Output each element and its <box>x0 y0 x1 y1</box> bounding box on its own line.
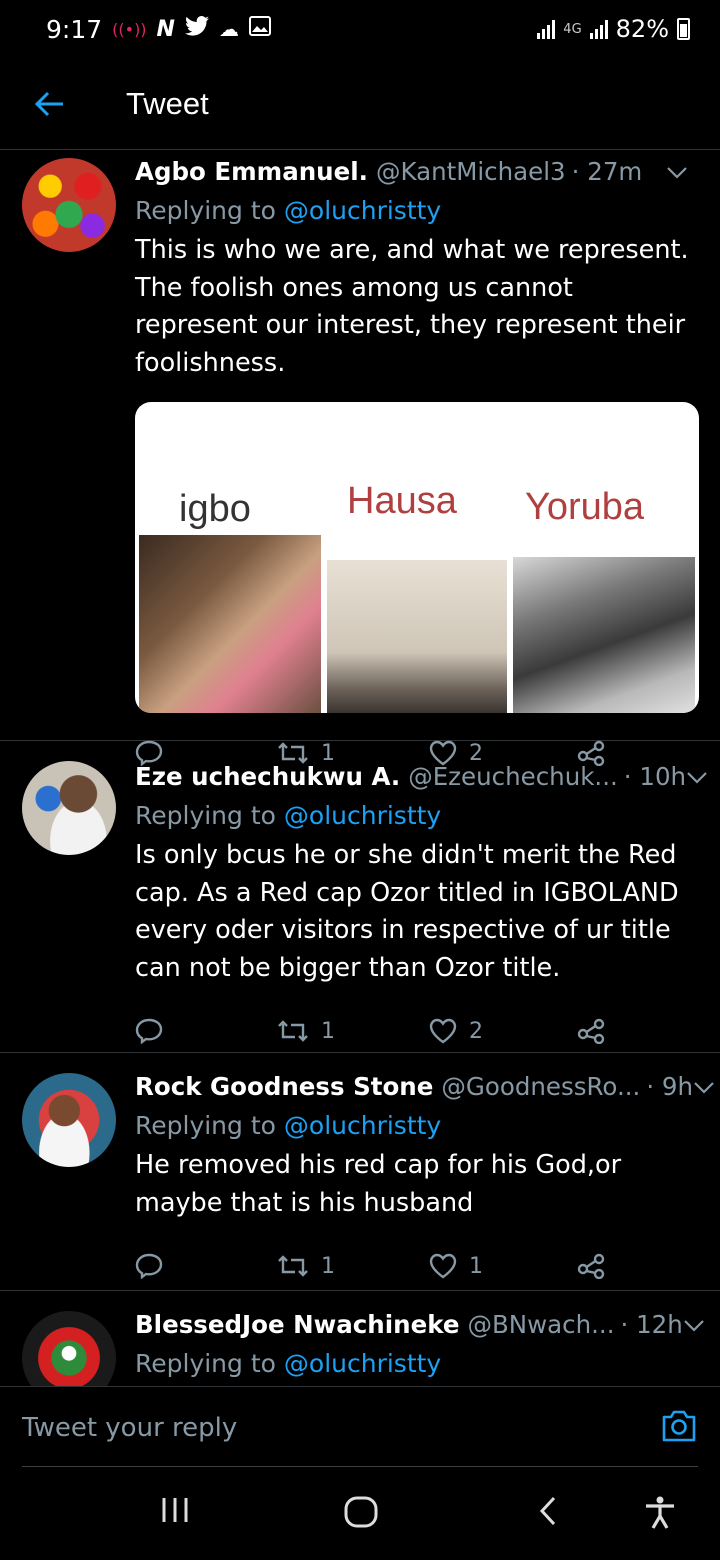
replying-to-link[interactable]: @oluchristty <box>284 1111 441 1140</box>
reply-button[interactable] <box>135 1018 277 1044</box>
divider <box>22 1466 698 1467</box>
twitter-bird-icon <box>184 16 209 42</box>
chevron-down-icon[interactable] <box>693 1071 720 1107</box>
avatar[interactable] <box>22 158 116 252</box>
replying-prefix: Replying to <box>135 1111 276 1140</box>
retweet-count: 1 <box>321 1253 335 1279</box>
signal-2-icon <box>589 19 608 39</box>
replying-prefix: Replying to <box>135 801 276 830</box>
avatar[interactable] <box>22 1311 116 1386</box>
media-label-igbo: igbo <box>179 488 251 530</box>
heart-icon <box>429 1018 457 1044</box>
retweet-icon <box>278 1255 308 1277</box>
accessibility-icon[interactable] <box>644 1496 676 1534</box>
n-app-icon: N <box>156 16 175 42</box>
reply-feed[interactable]: Agbo Emmanuel. @KantMichael3 · 27m Reply… <box>0 150 720 1386</box>
author-name[interactable]: Eze uchechukwu A. <box>135 759 400 795</box>
author-handle: @Ezeuchechuk... <box>408 762 618 791</box>
tweet-text: He removed his red cap for his God,or ma… <box>135 1150 622 1218</box>
replying-to-link[interactable]: @oluchristty <box>284 196 441 225</box>
like-button[interactable]: 1 <box>429 1253 577 1279</box>
network-type: 4G <box>563 21 582 37</box>
back-nav-icon[interactable] <box>538 1496 558 1530</box>
chevron-down-icon[interactable] <box>686 761 718 797</box>
retweet-count: 1 <box>321 1018 335 1044</box>
arrow-left-icon <box>35 91 63 116</box>
share-icon <box>577 1253 605 1279</box>
photo-igbo <box>139 535 321 713</box>
tweet-text: This is who we are, and what we represen… <box>135 235 689 378</box>
photo-yoruba <box>513 557 695 713</box>
tweet-item[interactable]: Rock Goodness Stone @GoodnessRo... · 9h … <box>0 1053 720 1291</box>
avatar[interactable] <box>22 761 116 855</box>
retweet-button[interactable]: 1 <box>277 1019 429 1044</box>
reply-composer[interactable]: Tweet your reply <box>0 1386 720 1468</box>
share-button[interactable] <box>577 1018 605 1044</box>
tweet-time: · 12h <box>620 1310 683 1339</box>
battery-percent: 82% <box>615 15 669 43</box>
replying-prefix: Replying to <box>135 196 276 225</box>
author-handle: @GoodnessRo... <box>441 1072 641 1101</box>
author-name[interactable]: Agbo Emmanuel. <box>135 154 368 190</box>
author-name[interactable]: BlessedJoe Nwachineke <box>135 1307 459 1343</box>
battery-icon <box>677 18 690 40</box>
like-button[interactable]: 2 <box>429 1018 577 1044</box>
share-button[interactable] <box>577 1253 605 1279</box>
author-handle: @KantMichael3 <box>375 157 566 186</box>
status-time: 9:17 <box>46 14 103 44</box>
home-icon[interactable] <box>344 1496 378 1532</box>
gallery-icon <box>248 16 271 42</box>
hotspot-icon: ((•)) <box>112 19 147 39</box>
tweet-time: · 10h <box>623 762 687 791</box>
tweet-time: · 27m <box>571 157 643 186</box>
tweet-image[interactable]: igbo Hausa Yoruba <box>135 402 699 713</box>
top-bar: Tweet <box>0 58 720 150</box>
camera-icon[interactable] <box>660 1409 698 1447</box>
back-button[interactable] <box>0 91 100 117</box>
reply-icon <box>135 1018 163 1044</box>
chevron-down-icon[interactable] <box>683 1309 715 1345</box>
reply-button[interactable] <box>135 1253 277 1279</box>
page-title: Tweet <box>126 85 209 121</box>
avatar[interactable] <box>22 1073 116 1167</box>
weather-icon: ☁ <box>218 17 239 41</box>
reply-input[interactable]: Tweet your reply <box>22 1413 237 1443</box>
status-bar: 9:17 ((•)) N ☁ 4G 82% <box>0 0 720 58</box>
share-icon <box>577 1018 605 1044</box>
retweet-icon <box>278 1020 308 1042</box>
author-handle: @BNwach... <box>467 1310 615 1339</box>
reply-icon <box>135 1253 163 1279</box>
photo-hausa <box>327 560 507 713</box>
media-label-yoruba: Yoruba <box>525 486 645 528</box>
replying-to-link[interactable]: @oluchristty <box>284 801 441 830</box>
tweet-item[interactable]: Agbo Emmanuel. @KantMichael3 · 27m Reply… <box>0 150 720 766</box>
like-count: 1 <box>469 1253 483 1279</box>
author-name[interactable]: Rock Goodness Stone <box>135 1069 433 1105</box>
tweet-text: Is only bcus he or she didn't merit the … <box>135 840 679 983</box>
media-label-hausa: Hausa <box>347 480 457 522</box>
tweet-item[interactable]: BlessedJoe Nwachineke @BNwach... · 12h R… <box>0 1291 720 1386</box>
replying-prefix: Replying to <box>135 1349 276 1378</box>
retweet-button[interactable]: 1 <box>277 1254 429 1279</box>
recent-apps-icon[interactable] <box>160 1496 190 1528</box>
tweet-time: · 9h <box>646 1072 694 1101</box>
replying-to-link[interactable]: @oluchristty <box>284 1349 441 1378</box>
tweet-item[interactable]: Eze uchechukwu A. @Ezeuchechuk... · 10h … <box>0 741 720 1053</box>
system-nav-bar <box>0 1468 720 1560</box>
heart-icon <box>429 1253 457 1279</box>
chevron-down-icon[interactable] <box>666 156 698 192</box>
signal-icon <box>537 19 556 39</box>
like-count: 2 <box>469 1018 483 1044</box>
